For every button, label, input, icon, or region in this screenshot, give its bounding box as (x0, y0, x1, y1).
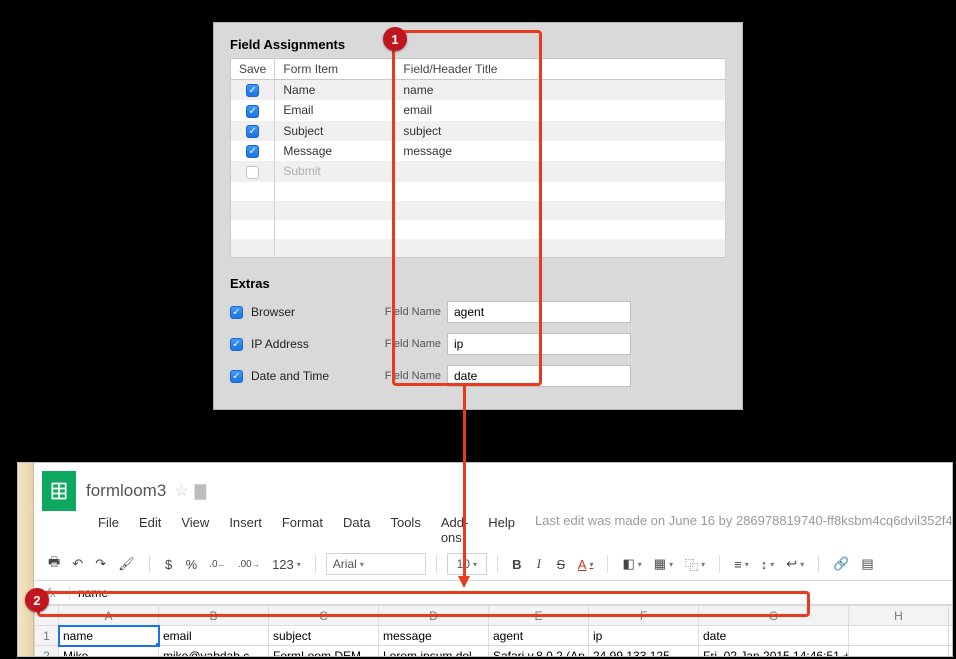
cell-E1[interactable]: agent (489, 626, 589, 646)
menu-format[interactable]: Format (272, 513, 333, 547)
valign-button[interactable]: ↕ (757, 554, 779, 574)
toolbar: 🖶 ↶ ↷ 🖌 $ % .0← .00→ 123 Arial 10 B I S … (34, 547, 952, 581)
menu-data[interactable]: Data (333, 513, 380, 547)
menu-view[interactable]: View (171, 513, 219, 547)
menu-insert[interactable]: Insert (219, 513, 272, 547)
save-checkbox[interactable] (246, 166, 259, 179)
col-header-I[interactable]: I (949, 606, 954, 626)
form-item-cell: Submit (275, 161, 395, 181)
menu-tools[interactable]: Tools (380, 513, 430, 547)
col-save: Save (231, 59, 275, 80)
font-family-select[interactable]: Arial (326, 553, 426, 575)
cell-I1[interactable] (949, 626, 954, 646)
fill-color-button[interactable]: ◧ (618, 554, 645, 574)
left-strip (18, 463, 34, 656)
menu-file[interactable]: File (88, 513, 129, 547)
cell-B2[interactable]: mike@yabdab.c (159, 646, 269, 658)
col-header-H[interactable]: H (849, 606, 949, 626)
print-icon[interactable]: 🖶 (44, 554, 64, 574)
cell-I2[interactable] (949, 646, 954, 658)
extra-label: Browser (251, 305, 381, 319)
annotation-arrow-line (463, 386, 466, 578)
annotation-box-2 (37, 591, 810, 617)
font-size-select[interactable]: 10 (447, 553, 487, 575)
annotation-arrow-head (458, 576, 470, 588)
extra-checkbox[interactable]: ✓ (230, 306, 243, 319)
spreadsheet-window: formloom3 ☆ ▇ FileEditViewInsertFormatDa… (17, 462, 953, 657)
wrap-button[interactable]: ↩ (782, 554, 808, 574)
cell-C1[interactable]: subject (269, 626, 379, 646)
star-icon[interactable]: ☆ (174, 481, 188, 501)
undo-icon[interactable]: ↶ (68, 554, 87, 574)
cell-C2[interactable]: FormLoom DEM (269, 646, 379, 658)
menubar: FileEditViewInsertFormatDataToolsAdd-ons… (34, 513, 952, 547)
text-color-button[interactable]: A (574, 554, 598, 574)
cell-D1[interactable]: message (379, 626, 489, 646)
extra-label: Date and Time (251, 369, 381, 383)
col-form-item: Form Item (275, 59, 395, 80)
save-checkbox[interactable]: ✓ (246, 84, 259, 97)
merge-button[interactable]: ⿻ (681, 554, 709, 574)
menu-edit[interactable]: Edit (129, 513, 171, 547)
comment-icon[interactable]: ▤ (857, 554, 877, 574)
save-checkbox[interactable]: ✓ (246, 105, 259, 118)
halign-button[interactable]: ≡ (730, 554, 753, 574)
save-checkbox[interactable]: ✓ (246, 125, 259, 138)
cell-H2[interactable] (849, 646, 949, 658)
redo-icon[interactable]: ↷ (91, 554, 110, 574)
form-item-cell: Email (275, 100, 395, 120)
cell-H1[interactable] (849, 626, 949, 646)
folder-icon[interactable]: ▇ (195, 482, 207, 500)
decrease-decimal-button[interactable]: .0← (205, 554, 230, 574)
cell-G1[interactable]: date (699, 626, 849, 646)
cell-F2[interactable]: 24.99.133.125 (589, 646, 699, 658)
cell-B1[interactable]: email (159, 626, 269, 646)
italic-button[interactable]: I (530, 554, 548, 574)
form-item-cell: Message (275, 141, 395, 161)
form-item-cell: Subject (275, 121, 395, 141)
form-item-cell: Name (275, 80, 395, 101)
annotation-marker-1: 1 (383, 27, 407, 51)
format-percent-button[interactable]: % (182, 554, 202, 574)
cell-G2[interactable]: Fri, 02 Jan 2015 14:46:51 +0000 (699, 646, 849, 658)
titlebar: formloom3 ☆ ▇ (34, 463, 952, 513)
cell-A2[interactable]: Mike (59, 646, 159, 658)
increase-decimal-button[interactable]: .00→ (234, 554, 264, 574)
extra-label: IP Address (251, 337, 381, 351)
paint-format-icon[interactable]: 🖌 (114, 554, 139, 574)
annotation-marker-2: 2 (25, 588, 49, 612)
format-currency-button[interactable]: $ (160, 554, 178, 574)
number-format-button[interactable]: 123 (268, 554, 305, 574)
bold-button[interactable]: B (508, 554, 526, 574)
sheets-icon (42, 471, 76, 511)
menu-help[interactable]: Help (478, 513, 525, 547)
menu-add-ons[interactable]: Add-ons (431, 513, 478, 547)
extra-checkbox[interactable]: ✓ (230, 338, 243, 351)
extra-checkbox[interactable]: ✓ (230, 370, 243, 383)
last-edit-text: Last edit was made on June 16 by 2869788… (535, 513, 953, 547)
save-checkbox[interactable]: ✓ (246, 145, 259, 158)
cell-A1[interactable]: name (59, 626, 159, 646)
link-icon[interactable]: 🔗 (829, 554, 853, 574)
doc-title[interactable]: formloom3 (86, 481, 166, 501)
cell-F1[interactable]: ip (589, 626, 699, 646)
strike-button[interactable]: S (552, 554, 570, 574)
row-header-1[interactable]: 1 (35, 626, 59, 646)
annotation-box-1 (392, 30, 542, 386)
row-header-2[interactable]: 2 (35, 646, 59, 658)
cell-E2[interactable]: Safari v.8.0.2 (Ap (489, 646, 589, 658)
cell-D2[interactable]: Lorem ipsum dol (379, 646, 489, 658)
borders-button[interactable]: ▦ (650, 554, 677, 574)
